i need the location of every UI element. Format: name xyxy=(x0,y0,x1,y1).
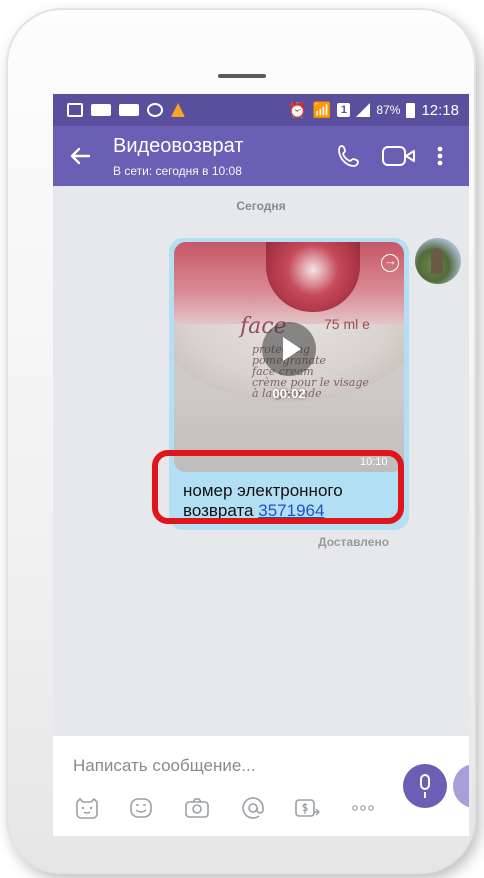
call-button[interactable] xyxy=(335,142,363,170)
mention-button[interactable] xyxy=(239,794,267,822)
more-vert-icon xyxy=(437,146,443,166)
sim-icon: 1 xyxy=(337,103,351,117)
status-bar: ⏰ 📶 1 87% 12:18 xyxy=(53,94,469,126)
secondary-action-button[interactable] xyxy=(453,764,469,808)
app-bar: Видеовозврат В сети: сегодня в 10:08 xyxy=(53,126,469,186)
more-menu-button[interactable] xyxy=(433,142,447,170)
signal-icon xyxy=(356,103,371,117)
highlight-frame xyxy=(152,450,404,524)
emoji-button[interactable] xyxy=(127,794,155,822)
camera-icon xyxy=(185,798,209,818)
battery-icon xyxy=(406,102,416,118)
keyboard-notification-icon xyxy=(119,104,139,116)
message-input[interactable]: Написать сообщение... xyxy=(73,756,255,776)
sticker-button[interactable] xyxy=(73,794,101,822)
play-button[interactable] xyxy=(262,322,316,376)
more-horiz-icon xyxy=(352,805,374,811)
gallery-notification-icon xyxy=(67,103,83,117)
avatar-figure xyxy=(431,248,443,274)
chat-title: Видеовозврат xyxy=(113,135,244,157)
money-transfer-button[interactable] xyxy=(293,794,321,822)
video-thumbnail[interactable]: face 75 ml e protecting pomegranate face… xyxy=(174,242,404,472)
sender-avatar[interactable] xyxy=(415,238,461,284)
composer: Написать сообщение... xyxy=(53,736,469,836)
phone-speaker xyxy=(218,74,266,78)
clock: 12:18 xyxy=(421,101,459,119)
phone-frame: ⏰ 📶 1 87% 12:18 Видеовозврат В сети: сег… xyxy=(6,8,476,874)
battery-percent: 87% xyxy=(376,103,401,117)
mention-icon xyxy=(242,797,264,819)
back-button[interactable] xyxy=(67,142,95,170)
arrow-left-icon xyxy=(70,147,91,165)
camera-button[interactable] xyxy=(183,794,211,822)
phone-icon xyxy=(338,145,359,167)
vlc-notification-icon xyxy=(171,103,185,117)
sticker-icon xyxy=(76,797,98,819)
money-transfer-icon xyxy=(295,799,320,817)
emoji-icon xyxy=(130,798,152,818)
video-camera-icon xyxy=(382,146,415,166)
video-duration: 00:02 xyxy=(272,386,306,401)
last-seen: В сети: сегодня в 10:08 xyxy=(113,164,242,178)
delivery-status: Доставлено xyxy=(318,535,390,549)
more-tools-button[interactable] xyxy=(349,794,377,822)
product-volume: 75 ml e xyxy=(324,316,370,332)
instagram-notification-icon xyxy=(147,103,163,117)
voice-message-button[interactable] xyxy=(403,764,447,808)
keyboard-notification-icon xyxy=(91,104,111,116)
video-call-button[interactable] xyxy=(381,144,417,168)
day-separator: Сегодня xyxy=(236,199,286,213)
forward-icon[interactable] xyxy=(381,253,399,272)
wifi-icon: 📶 xyxy=(312,102,332,119)
alarm-icon: ⏰ xyxy=(288,102,307,119)
